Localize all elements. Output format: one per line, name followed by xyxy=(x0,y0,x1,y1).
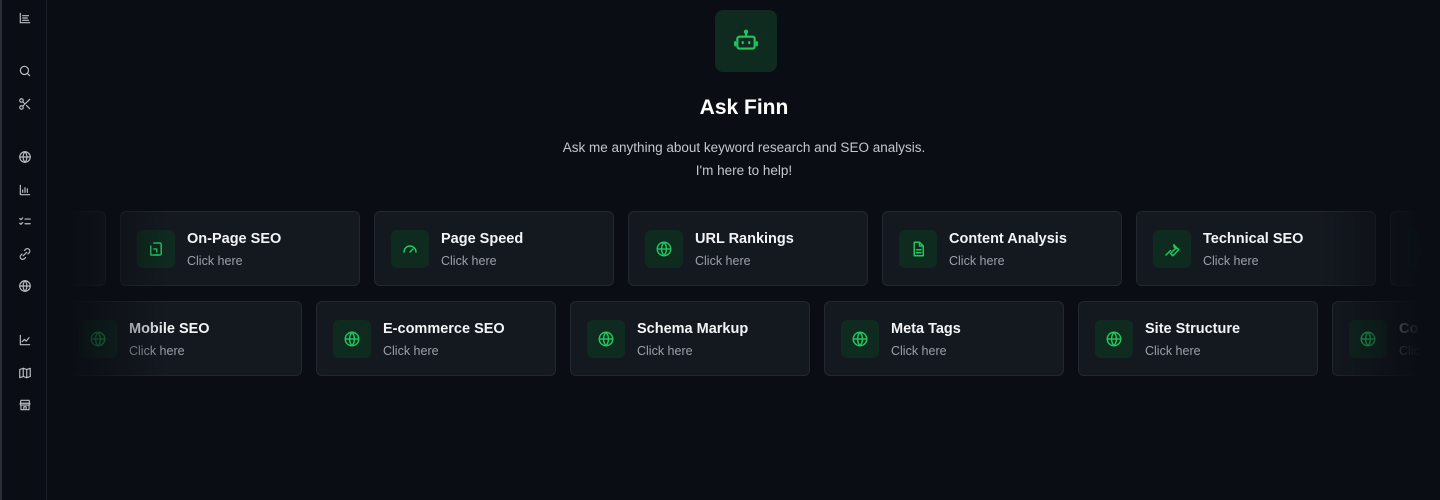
prompt-card-site-structure[interactable]: Site Structure Click here xyxy=(1078,301,1318,376)
card-subtitle: Click here xyxy=(891,344,947,358)
card-title: Meta Tags xyxy=(891,321,961,337)
line-chart-icon[interactable] xyxy=(17,332,33,348)
globe-icon[interactable] xyxy=(17,149,33,165)
map-icon[interactable] xyxy=(17,365,33,381)
card-title: Mobile SEO xyxy=(129,321,210,337)
globe-icon xyxy=(1349,320,1387,358)
sidebar xyxy=(0,0,47,500)
card-subtitle: Click here xyxy=(187,254,243,268)
globe-icon xyxy=(1407,230,1440,268)
card-title: Page Speed xyxy=(441,231,524,247)
main-area: Ask Finn Ask me anything about keyword r… xyxy=(48,0,1440,500)
card-subtitle: Click here xyxy=(383,344,439,358)
prompt-card-on-page-seo[interactable]: On-Page SEO Click here xyxy=(120,211,360,286)
store-icon[interactable] xyxy=(17,397,33,413)
chart-icon[interactable] xyxy=(17,182,33,198)
subtitle-line-1: Ask me anything about keyword research a… xyxy=(562,140,926,155)
prompt-card-mobile-seo[interactable]: Mobile SEO Click here xyxy=(62,301,302,376)
card-title: Content Analysis xyxy=(949,231,1067,247)
card-subtitle: Click here xyxy=(1145,344,1201,358)
app: Ask Finn Ask me anything about keyword r… xyxy=(0,0,1440,500)
wrench-icon xyxy=(1153,230,1191,268)
prompt-card-technical-seo[interactable]: Technical SEO Click here xyxy=(1136,211,1376,286)
card-title: E-commerce SEO xyxy=(383,321,505,337)
card-title: On-Page SEO xyxy=(187,231,282,247)
card-subtitle: Clic xyxy=(1399,344,1420,358)
prompt-card-ecommerce-seo[interactable]: E-commerce SEO Click here xyxy=(316,301,556,376)
card-subtitle: Click here xyxy=(129,344,185,358)
card-title: Co xyxy=(1399,321,1419,337)
globe-icon xyxy=(587,320,625,358)
card-subtitle: Click here xyxy=(949,254,1005,268)
card-subtitle: Click here xyxy=(695,254,751,268)
prompt-card-url-rankings[interactable]: URL Rankings Click here xyxy=(628,211,868,286)
card-subtitle: Click here xyxy=(637,344,693,358)
globe-icon xyxy=(645,230,683,268)
globe-icon xyxy=(79,320,117,358)
page-title: Ask Finn xyxy=(699,96,789,119)
globe-icon[interactable] xyxy=(17,278,33,294)
prompt-card[interactable] xyxy=(1390,211,1440,286)
prompt-card-schema-markup[interactable]: Schema Markup Click here xyxy=(570,301,810,376)
list-icon[interactable] xyxy=(17,10,33,26)
card-title: Site Structure xyxy=(1145,321,1241,337)
gauge-icon xyxy=(391,230,429,268)
robot-icon xyxy=(715,10,777,72)
card-subtitle: Click here xyxy=(1203,254,1259,268)
prompt-card-meta-tags[interactable]: Meta Tags Click here xyxy=(824,301,1064,376)
card-title: URL Rankings xyxy=(695,231,794,247)
globe-icon xyxy=(333,320,371,358)
page-icon xyxy=(137,230,175,268)
prompt-card-content-analysis[interactable]: Content Analysis Click here xyxy=(882,211,1122,286)
globe-icon xyxy=(1095,320,1133,358)
document-icon xyxy=(899,230,937,268)
card-subtitle: Click here xyxy=(441,254,497,268)
prompt-card-page-speed[interactable]: Page Speed Click here xyxy=(374,211,614,286)
scissors-icon[interactable] xyxy=(17,96,33,112)
card-title: Technical SEO xyxy=(1203,231,1304,247)
link-icon[interactable] xyxy=(17,246,33,262)
checklist-icon[interactable] xyxy=(17,214,33,230)
search-icon[interactable] xyxy=(17,63,33,79)
prompt-card[interactable]: Co Clic xyxy=(1332,301,1440,376)
prompt-card[interactable] xyxy=(48,211,106,286)
globe-icon xyxy=(841,320,879,358)
subtitle-line-2: I'm here to help! xyxy=(695,163,793,178)
card-title: Schema Markup xyxy=(637,321,749,337)
